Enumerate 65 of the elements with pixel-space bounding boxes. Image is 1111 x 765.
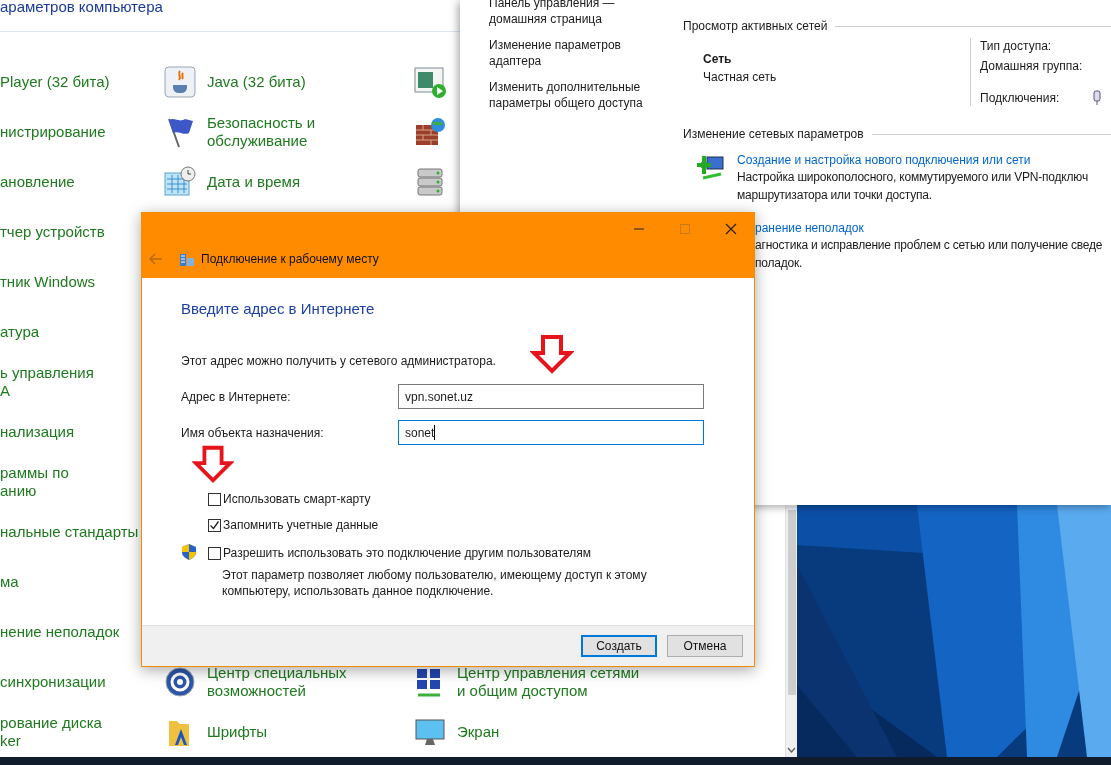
control-panel-link[interactable]: ь управления А: [0, 364, 94, 400]
checkbox[interactable]: [208, 518, 221, 532]
task-link[interactable]: ранение неполадок: [755, 220, 1103, 236]
text-cursor: [434, 425, 436, 440]
text-field[interactable]: sonet: [398, 420, 704, 445]
control-panel-link[interactable]: тник Windows: [0, 273, 96, 291]
field-label: Адрес в Интернете:: [181, 389, 292, 404]
close-icon: [725, 223, 737, 235]
shield-icon: [181, 543, 197, 560]
down-arrow-icon: [530, 334, 574, 374]
control-panel-link[interactable]: нализация: [0, 423, 75, 441]
checkbox[interactable]: [208, 546, 221, 560]
text-field[interactable]: vpn.sonet.uz: [398, 384, 704, 409]
down-arrow-icon: [192, 444, 234, 484]
control-panel-link[interactable]: атура: [0, 323, 40, 341]
window-play-icon[interactable]: [413, 65, 447, 99]
control-panel-link[interactable]: Player (32 бита): [0, 73, 110, 91]
sidebar-link[interactable]: Изменить дополнительные параметры общего доступа: [489, 79, 683, 111]
control-panel-link[interactable]: Java (32 бита): [207, 73, 306, 91]
network-type: Частная сеть: [703, 69, 778, 86]
control-panel-link[interactable]: Центр управления сетями и общим доступом: [457, 664, 640, 700]
instruction-text: Этот адрес можно получить у сетевого администратора.: [181, 353, 497, 369]
accessibility-icon[interactable]: [163, 665, 197, 699]
task-link[interactable]: Создание и настройка нового подключения или сети: [737, 152, 1088, 168]
task-description: Настройка широкополосного, коммутируемого или VPN-подключ маршрутизатора или точки доступа.: [737, 169, 1088, 204]
control-panel-link[interactable]: Центр специальных возможностей: [207, 664, 347, 700]
scroll-down-icon[interactable]: [787, 747, 796, 753]
control-panel-link[interactable]: нение неполадок: [0, 623, 120, 641]
dialog-button[interactable]: Создать: [581, 635, 657, 657]
checkbox[interactable]: [208, 492, 221, 506]
field-label: Тип доступа:: [980, 38, 1053, 55]
window-header-text: араметров компьютера: [0, 0, 163, 17]
control-panel-link[interactable]: Шрифты: [207, 723, 268, 741]
field-label: Домашняя группа:: [980, 58, 1084, 75]
control-panel-link[interactable]: раммы по анию: [0, 464, 69, 500]
checkbox-label: Разрешить использовать это подключение другим пользователям: [223, 545, 591, 561]
sidebar-link[interactable]: Изменение параметров адаптера: [489, 37, 683, 69]
task-description: агностика и исправление проблем с сетью или получение сведе поладок.: [755, 237, 1103, 272]
control-panel-link[interactable]: рование диска ker: [0, 714, 102, 750]
control-panel-link[interactable]: Экран: [457, 723, 500, 741]
buildings-icon: [179, 251, 195, 267]
field-label: Подключения:: [980, 90, 1061, 106]
dialog-heading: Введите адрес в Интернете: [181, 299, 376, 319]
control-panel-link[interactable]: ановление: [0, 173, 75, 191]
calendar-clock-icon[interactable]: [163, 165, 197, 199]
control-panel-link[interactable]: Безопасность и обслуживание: [207, 114, 316, 150]
option-description: Этот параметр позволяет любому пользователю, имеющему доступ к этому компьютеру, использовать данное подключение.: [222, 567, 648, 599]
checkbox-label: Использовать смарт-карту: [223, 491, 371, 507]
section-heading: Изменение сетевых параметров: [683, 126, 864, 142]
field-label: Имя объекта назначения:: [181, 425, 325, 440]
control-panel-link[interactable]: ма: [0, 573, 19, 591]
dialog-title: Подключение к рабочему месту: [201, 252, 379, 266]
scrollbar[interactable]: [785, 506, 797, 757]
control-panel-link[interactable]: Дата и время: [207, 173, 301, 191]
java-cup-icon[interactable]: [163, 65, 197, 99]
control-panel-link[interactable]: синхронизации: [0, 673, 106, 691]
control-panel-link[interactable]: тчер устройств: [0, 223, 105, 241]
checkbox-label: Запомнить учетные данные: [223, 517, 379, 533]
control-panel-link[interactable]: нальные стандарты: [0, 523, 139, 541]
plug-icon: [1093, 90, 1101, 106]
scrollbar-thumb[interactable]: [787, 510, 796, 695]
network-name: Сеть: [703, 51, 733, 68]
dialog-button[interactable]: Отмена: [667, 635, 743, 657]
section-heading: Просмотр активных сетей: [683, 18, 828, 34]
control-panel-link[interactable]: нистрирование: [0, 123, 106, 141]
